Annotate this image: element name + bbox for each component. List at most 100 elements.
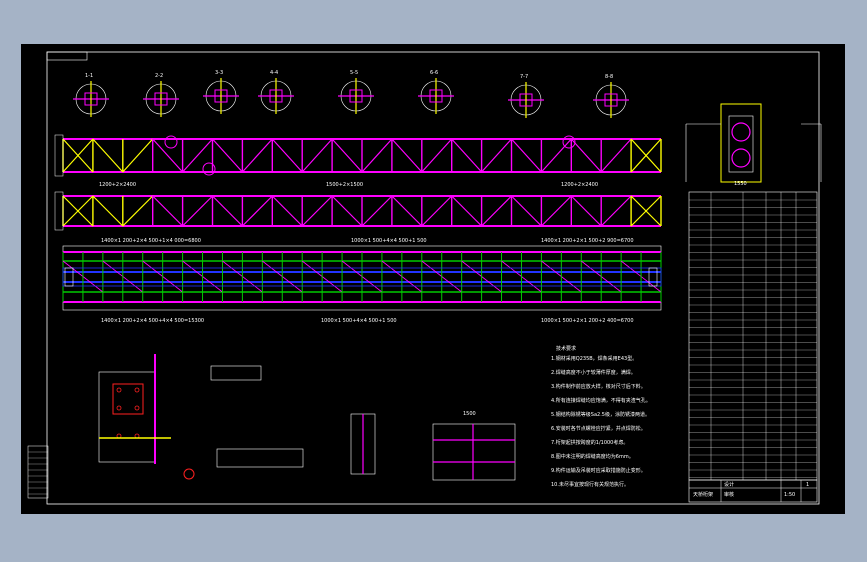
- title-sheet: 1: [806, 482, 809, 488]
- cad-viewport[interactable]: 1-1 2-2 3-3 4-4 5-5 6-6 7-7 8-8 1200+2×2400 150…: [21, 44, 845, 514]
- truss-diagonal: [451, 195, 483, 227]
- section-mark: 8-8: [605, 74, 613, 80]
- truss-diagonal: [600, 195, 632, 227]
- bolt-hole: [134, 405, 140, 411]
- dim-plan-bot-mid: 1000×1 500+4×4 500+1 500: [321, 318, 397, 324]
- revision-block: [27, 445, 49, 499]
- title-block: 天桥桁架 设计 审核 1:50 1: [688, 479, 818, 503]
- truss-diagonal: [421, 195, 453, 227]
- truss-diagonal: [301, 195, 333, 227]
- side-inner: [728, 115, 754, 173]
- truss-diagonal: [241, 195, 273, 227]
- truss-diagonal: [182, 195, 213, 227]
- plan-end-left: [64, 267, 74, 287]
- section-mark: 1-1: [85, 73, 93, 79]
- side-view-detail: [685, 103, 822, 183]
- bolt-hole: [134, 387, 140, 393]
- revision-frame: [27, 445, 49, 499]
- bolt-hole: [116, 387, 122, 393]
- table-outline: [688, 191, 818, 481]
- dim-plan-top-left: 1400×1 200+2×4 500+1×4 000=6800: [101, 238, 201, 244]
- bolt-hole: [116, 405, 122, 411]
- truss-diagonal: [600, 138, 632, 173]
- truss-diagonal: [540, 138, 572, 173]
- truss-diagonal: [511, 195, 542, 227]
- plan-view-truss: [62, 245, 662, 311]
- dim-plan-bot-left: 1400×1 200+2×4 500+4×4 500=15300: [101, 318, 204, 324]
- dim-top-right: 1200+2×2400: [561, 182, 598, 188]
- truss-diagonal: [570, 138, 602, 173]
- title-check: 审核: [724, 491, 734, 498]
- truss-diagonal: [540, 195, 572, 227]
- joint-circle: [164, 135, 178, 149]
- truss-diagonal: [331, 195, 363, 227]
- truss-diagonal: [391, 138, 423, 173]
- truss-diagonal: [511, 138, 542, 173]
- truss-diagonal: [391, 195, 423, 227]
- corner-tab: [46, 51, 88, 61]
- truss-diagonal: [152, 138, 184, 173]
- title-drawing-name: 天桥桁架: [693, 491, 713, 498]
- dim-top-left: 1200+2×2400: [99, 182, 136, 188]
- truss-diagonal: [301, 138, 333, 173]
- truss-diagonal: [271, 138, 303, 173]
- side-frame: [720, 103, 762, 183]
- side-circle: [731, 148, 751, 168]
- note-line: 8.图中未注明的焊缝高度均为6mm。: [551, 453, 634, 460]
- truss-diagonal: [481, 195, 512, 227]
- section-mark: 2-2: [155, 73, 163, 79]
- detail-width: 1500: [463, 411, 476, 417]
- dim-plan-top-mid: 1000×1 500+4×4 500+1 500: [351, 238, 427, 244]
- truss-diagonal: [451, 138, 483, 173]
- section-mark: 3-3: [215, 70, 223, 76]
- section-mark: 6-6: [430, 70, 438, 76]
- truss-diagonal: [212, 138, 243, 173]
- note-line: 7.桁架起拱按跨度的1/1000考虑。: [551, 439, 628, 446]
- dim-side-width: 1550: [734, 181, 747, 187]
- note-line: 2.焊缝高度不小于较薄件厚度，满焊。: [551, 369, 636, 376]
- end-plate: [54, 191, 64, 231]
- section-mark: 7-7: [520, 74, 528, 80]
- truss-diagonal: [92, 138, 124, 173]
- detail-panel: [432, 423, 516, 481]
- bottom-details: [98, 354, 516, 481]
- truss-diagonal: [570, 195, 602, 227]
- note-line: 10.未尽事宜按现行有关规范执行。: [551, 481, 629, 488]
- truss-diagonal: [271, 195, 303, 227]
- end-plate: [54, 134, 64, 177]
- truss-diagonal: [122, 138, 154, 173]
- detail-callout: [183, 468, 195, 480]
- section-details: 1-1 2-2 3-3 4-4 5-5 6-6 7-7 8-8: [73, 70, 629, 118]
- note-line: 3.构件制作前应放大样，核对尺寸后下料。: [551, 383, 646, 390]
- dim-plan-bot-right: 1000×1 500+2×1 200+2 400=6700: [541, 318, 634, 324]
- elevation-truss-top: [54, 134, 662, 177]
- note-line: 1.钢材采用Q235B，焊条采用E43型。: [551, 355, 637, 362]
- note-line: 5.钢结构除锈等级Sa2.5级，涂防锈漆两道。: [551, 411, 650, 418]
- truss-diagonal: [361, 195, 393, 227]
- truss-diagonal: [122, 195, 154, 227]
- node-detail-frame: [98, 371, 156, 463]
- side-circle: [731, 122, 751, 142]
- dim-plan-top-right: 1400×1 200+2×1 500+2 900=6700: [541, 238, 634, 244]
- note-line: 6.安装时各节点螺栓应拧紧，并点焊防松。: [551, 425, 646, 432]
- truss-diagonal: [182, 138, 213, 173]
- truss-diagonal: [331, 138, 363, 173]
- detail-beam-a: [210, 365, 262, 381]
- section-mark: 4-4: [270, 70, 278, 76]
- dim-top-mid: 1500+2×1500: [326, 182, 363, 188]
- note-line: 4.所有连接焊缝均应饱满，不得有夹渣气孔。: [551, 397, 651, 404]
- title-scale: 1:50: [784, 492, 795, 498]
- truss-diagonal: [241, 138, 273, 173]
- notes-title: 技术要求: [556, 345, 576, 352]
- truss-diagonal: [421, 138, 453, 173]
- truss-diagonal: [361, 138, 393, 173]
- truss-diagonal: [152, 195, 184, 227]
- truss-diagonal: [212, 195, 243, 227]
- title-design: 设计: [724, 481, 734, 488]
- technical-notes: 1.钢材采用Q235B，焊条采用E43型。 2.焊缝高度不小于较薄件厚度，满焊。 3…: [551, 355, 651, 488]
- cad-drawing: 1-1 2-2 3-3 4-4 5-5 6-6 7-7 8-8 1200+2×2400 150…: [27, 51, 822, 505]
- elevation-truss-middle: [54, 191, 662, 231]
- section-mark: 5-5: [350, 70, 358, 76]
- note-line: 9.构件运输及吊装时应采取措施防止变形。: [551, 467, 646, 474]
- parts-table: [688, 191, 818, 481]
